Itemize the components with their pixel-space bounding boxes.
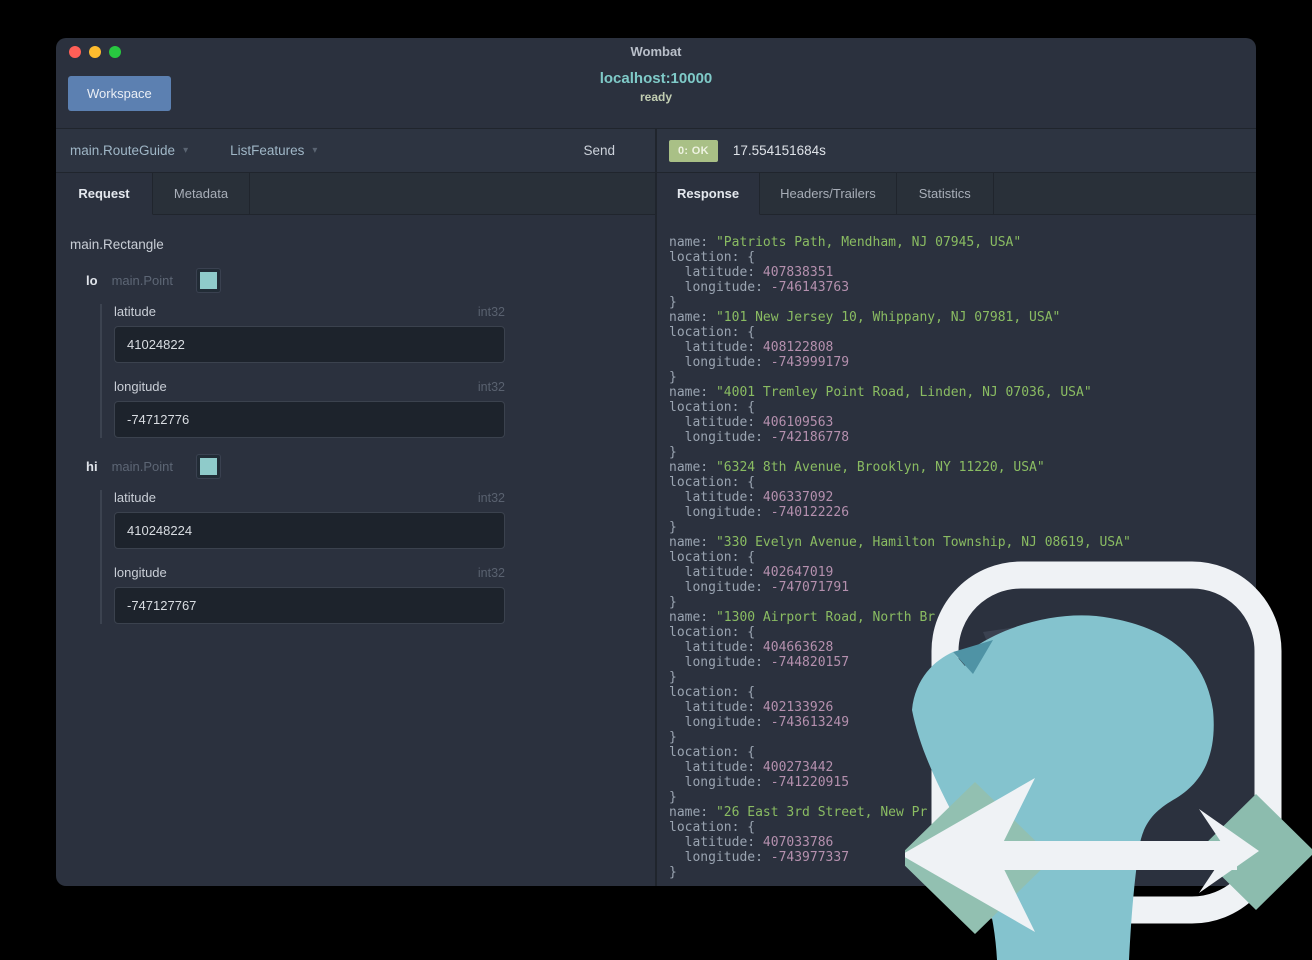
service-select[interactable]: main.RouteGuide	[70, 143, 175, 158]
hi-enabled-checkbox[interactable]	[196, 454, 220, 478]
tab-response[interactable]: Response	[657, 173, 761, 215]
response-panel[interactable]: name: "Patriots Path, Mendham, NJ 07945,…	[657, 215, 1256, 886]
input-type: int32	[477, 565, 505, 580]
wombat-window: Wombat Workspace localhost:10000 ready m…	[56, 38, 1256, 886]
input-label: longitude	[114, 379, 167, 394]
send-button[interactable]: Send	[577, 142, 621, 159]
server-address: localhost:10000	[599, 70, 713, 87]
input-label: longitude	[114, 565, 167, 580]
input-label: latitude	[114, 490, 156, 505]
request-panel: main.Rectangle lo main.Point latitude int32…	[56, 215, 655, 886]
tab-metadata[interactable]: Metadata	[153, 173, 250, 214]
chevron-down-icon[interactable]: ▾	[312, 145, 317, 156]
field-name: lo	[86, 272, 98, 288]
field-group-hi: hi main.Point	[86, 454, 641, 478]
input-label: latitude	[114, 304, 156, 319]
titlebar: Wombat	[56, 38, 1256, 65]
response-output: name: "Patriots Path, Mendham, NJ 07945,…	[669, 235, 1131, 880]
message-type-label: main.Rectangle	[70, 237, 164, 252]
response-toolbar: 0: OK 17.554151684s	[657, 128, 1256, 173]
window-title: Wombat	[630, 44, 682, 59]
request-tabs: Request Metadata	[56, 173, 655, 215]
field-type: main.Point	[111, 272, 173, 288]
hi-longitude-input[interactable]	[114, 587, 505, 624]
connection-status: ready	[639, 90, 673, 104]
hi-latitude-input[interactable]	[114, 512, 505, 549]
tab-statistics[interactable]: Statistics	[897, 173, 994, 214]
header: Workspace localhost:10000 ready	[56, 65, 1256, 128]
duration-label: 17.554151684s	[732, 143, 826, 158]
input-type: int32	[477, 379, 505, 394]
tab-request[interactable]: Request	[56, 173, 153, 215]
field-group-lo: lo main.Point	[86, 268, 641, 292]
response-tabs: Response Headers/Trailers Statistics	[657, 173, 1256, 215]
input-type: int32	[477, 490, 505, 505]
lo-enabled-checkbox[interactable]	[196, 268, 220, 292]
field-name: hi	[86, 458, 98, 474]
field-type: main.Point	[111, 458, 173, 474]
request-toolbar: main.RouteGuide ▾ ListFeatures ▾ Send	[56, 128, 655, 173]
input-type: int32	[477, 304, 505, 319]
chevron-down-icon[interactable]: ▾	[183, 145, 188, 156]
method-select[interactable]: ListFeatures	[230, 143, 304, 158]
status-badge: 0: OK	[669, 139, 718, 162]
lo-longitude-input[interactable]	[114, 401, 505, 438]
lo-latitude-input[interactable]	[114, 326, 505, 363]
tab-headers-trailers[interactable]: Headers/Trailers	[760, 173, 897, 214]
